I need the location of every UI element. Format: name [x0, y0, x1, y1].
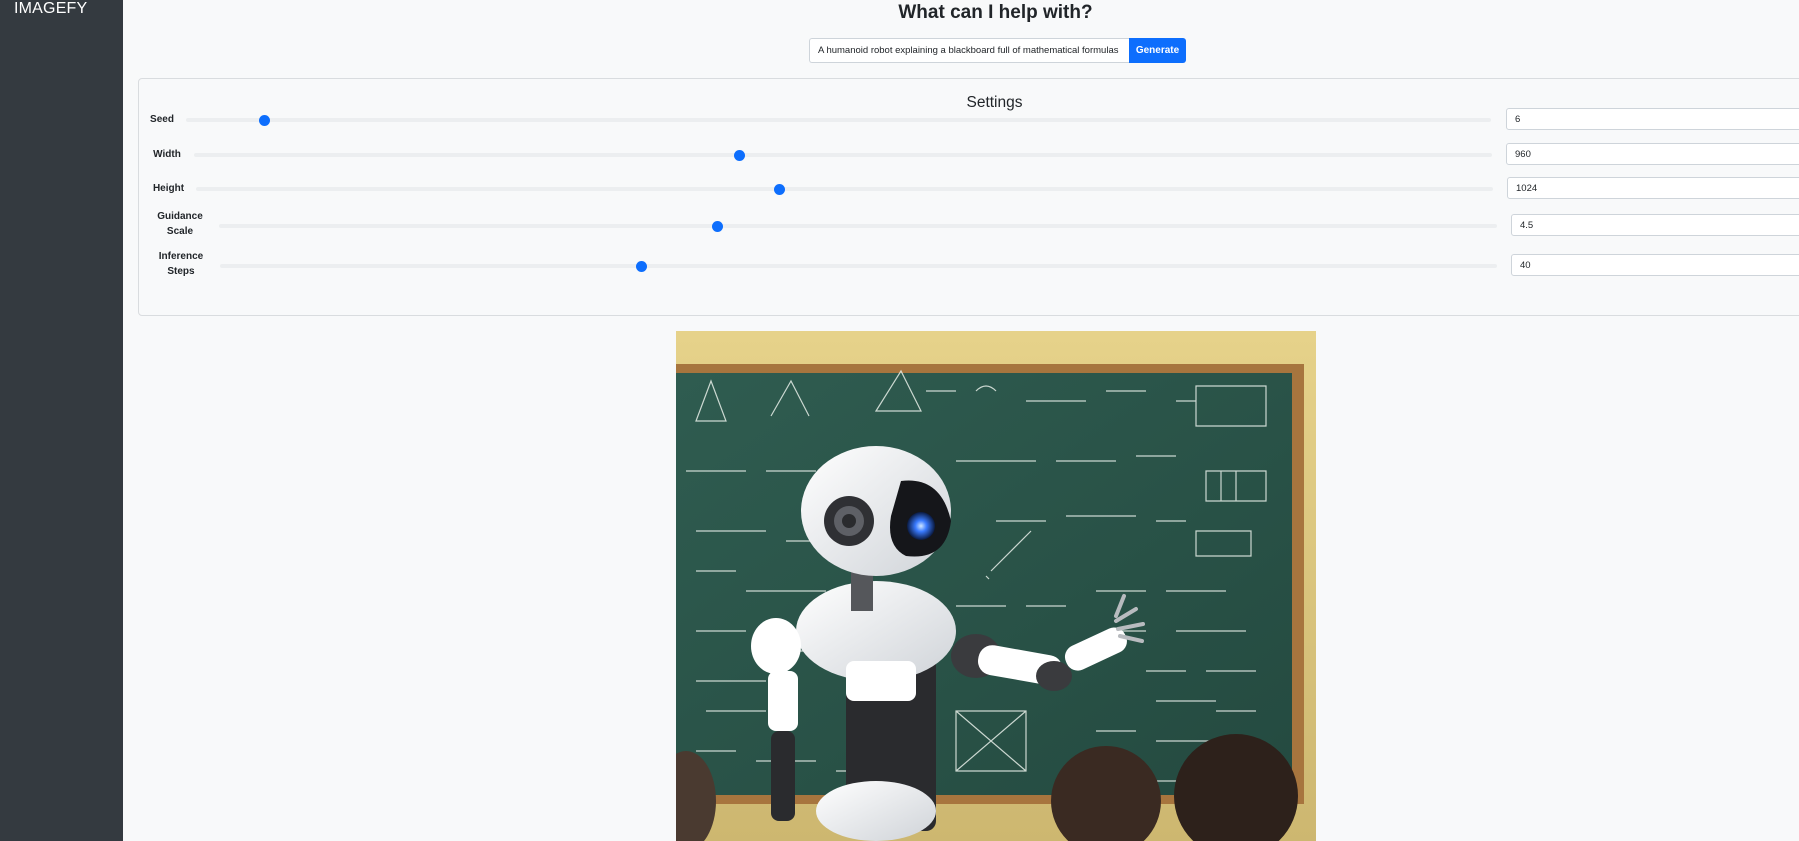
inference-steps-slider[interactable]	[220, 260, 1497, 272]
height-label: Height	[152, 183, 185, 194]
setting-row-width: Width	[139, 139, 1799, 171]
width-slider-thumb[interactable]	[733, 149, 745, 161]
brand-logo[interactable]: IMAGEFY	[14, 0, 87, 18]
height-slider[interactable]	[196, 183, 1493, 195]
prompt-input[interactable]	[809, 38, 1129, 63]
setting-row-seed: Seed	[139, 104, 1799, 136]
guidance-scale-input[interactable]	[1511, 214, 1799, 236]
seed-slider[interactable]	[186, 114, 1491, 126]
prompt-bar: Generate	[809, 38, 1186, 63]
sidebar: IMAGEFY	[0, 0, 123, 841]
inference-steps-input[interactable]	[1511, 254, 1799, 276]
width-input[interactable]	[1506, 143, 1799, 165]
setting-row-inference-steps: Inference Steps	[139, 249, 1799, 281]
seed-label: Seed	[150, 114, 174, 125]
seed-input[interactable]	[1506, 108, 1799, 130]
height-input[interactable]	[1507, 177, 1799, 199]
inference-steps-label: Inference Steps	[158, 251, 204, 277]
width-slider[interactable]	[194, 149, 1492, 161]
guidance-scale-slider[interactable]	[219, 220, 1497, 232]
guidance-scale-slider-thumb[interactable]	[711, 220, 723, 232]
settings-panel: Settings Seed Width Height	[138, 78, 1799, 316]
inference-steps-slider-thumb[interactable]	[635, 260, 647, 272]
guidance-scale-label: Guidance Scale	[157, 211, 203, 237]
height-slider-thumb[interactable]	[774, 183, 786, 195]
page-title: What can I help with?	[898, 2, 1093, 23]
robot-chalkboard-illustration	[676, 331, 1316, 841]
main-content: What can I help with? Generate Settings …	[123, 0, 1799, 841]
generate-button[interactable]: Generate	[1129, 38, 1186, 63]
setting-row-guidance-scale: Guidance Scale	[139, 209, 1799, 241]
generated-image	[676, 331, 1316, 841]
seed-slider-thumb[interactable]	[258, 114, 270, 126]
setting-row-height: Height	[139, 173, 1799, 205]
width-label: Width	[153, 149, 181, 160]
